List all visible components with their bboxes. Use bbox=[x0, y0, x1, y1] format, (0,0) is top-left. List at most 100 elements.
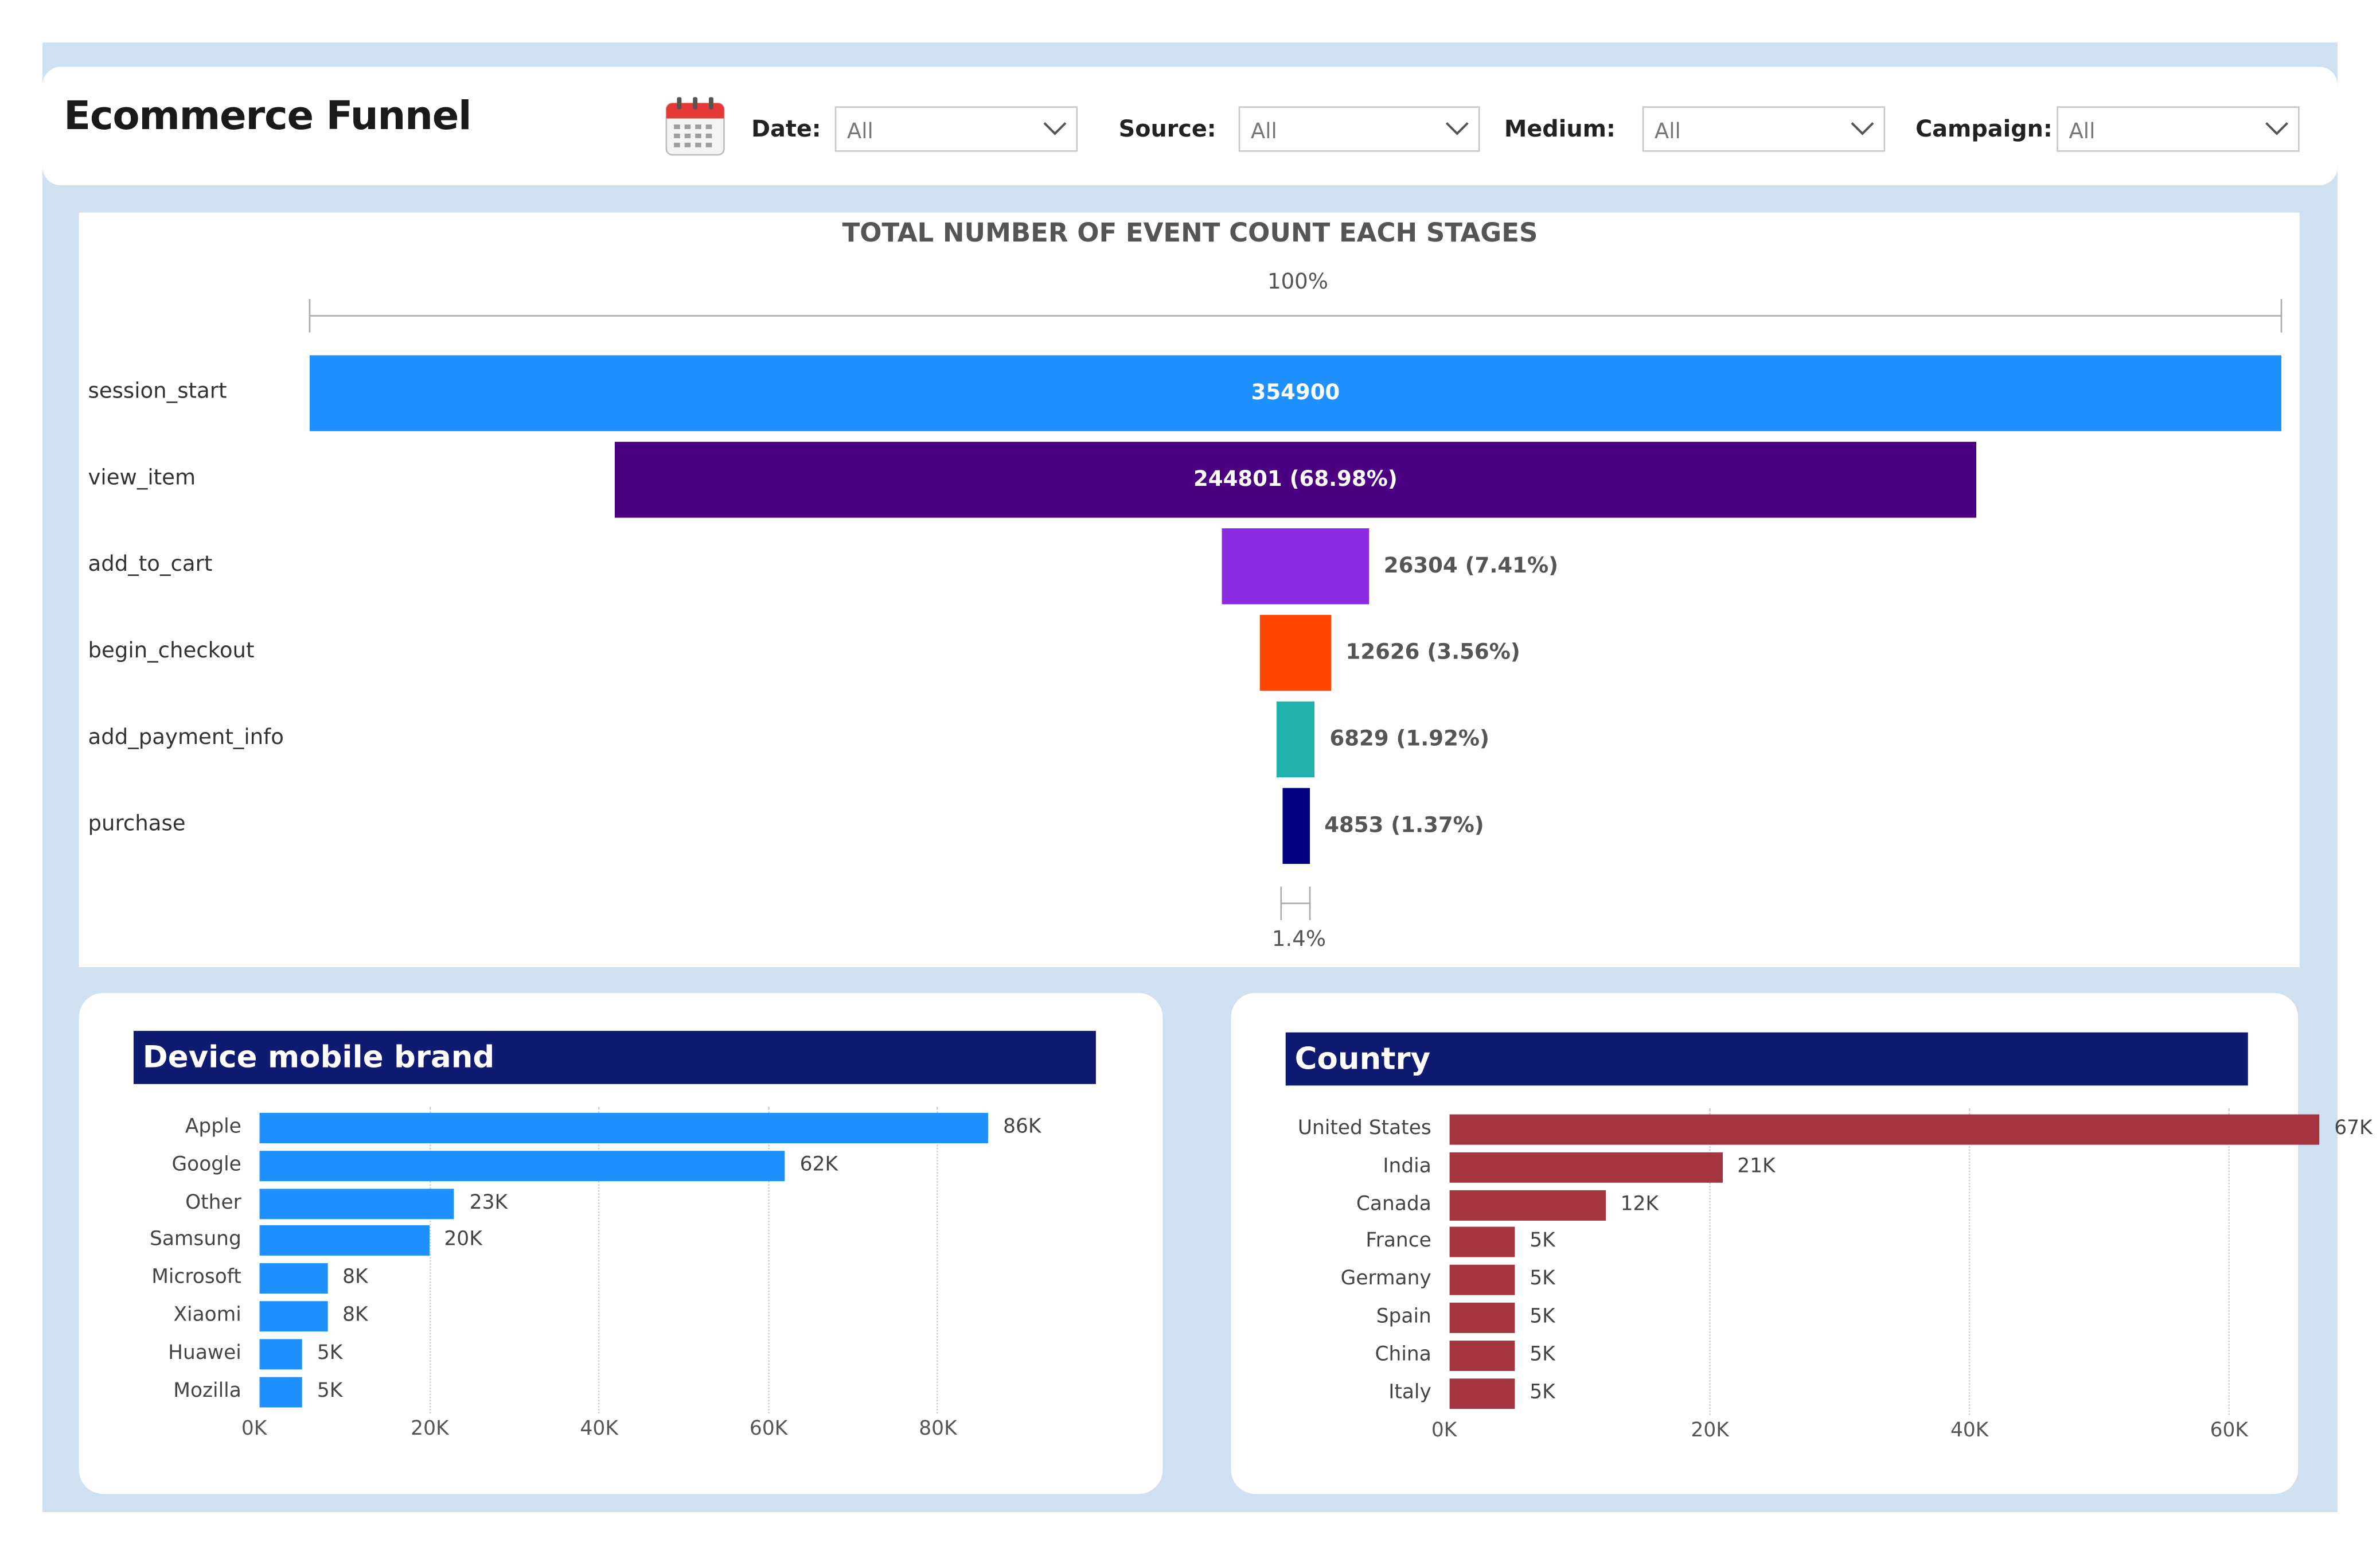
funnel-bar-label: 244801 (68.98%) bbox=[1193, 468, 1398, 492]
country-bar bbox=[1449, 1189, 1606, 1220]
source-filter-label: Source: bbox=[1118, 115, 1216, 143]
calendar-icon bbox=[665, 97, 725, 156]
device-x-tick: 0K bbox=[241, 1418, 267, 1441]
device-bar-value: 5K bbox=[317, 1342, 343, 1365]
funnel-stage-label: add_to_cart bbox=[88, 552, 213, 577]
country-x-tick: 60K bbox=[2210, 1419, 2248, 1443]
device-bar bbox=[259, 1338, 302, 1369]
device-bar-value: 23K bbox=[469, 1191, 508, 1214]
funnel-stage-label: view_item bbox=[88, 466, 196, 490]
device-category-label: Huawei bbox=[168, 1342, 241, 1365]
country-bar-value: 5K bbox=[1530, 1381, 1555, 1404]
country-bar-value: 67K bbox=[2334, 1117, 2373, 1140]
device-bar bbox=[259, 1376, 302, 1407]
country-bar-value: 5K bbox=[1530, 1306, 1555, 1329]
funnel-bar-label: 6829 (1.92%) bbox=[1329, 727, 1489, 752]
funnel-top-scale bbox=[309, 299, 2283, 333]
country-bar bbox=[1449, 1152, 1722, 1183]
funnel-bar-label: 354900 bbox=[1251, 381, 1340, 406]
funnel-bar-label: 26304 (7.41%) bbox=[1383, 554, 1559, 579]
medium-dropdown-value: All bbox=[1654, 120, 1681, 145]
country-bar bbox=[1449, 1378, 1515, 1409]
funnel-stage-label: add_payment_info bbox=[88, 726, 284, 750]
country-bar-value: 5K bbox=[1530, 1268, 1555, 1291]
country-category-label: Spain bbox=[1376, 1306, 1431, 1329]
source-dropdown-value: All bbox=[1250, 120, 1277, 145]
source-dropdown[interactable]: All bbox=[1238, 106, 1480, 152]
country-bar bbox=[1449, 1340, 1515, 1371]
device-category-label: Xiaomi bbox=[173, 1304, 241, 1327]
country-bar-value: 5K bbox=[1530, 1230, 1555, 1253]
device-brand-title: Device mobile brand bbox=[133, 1031, 1096, 1084]
device-bar-value: 5K bbox=[317, 1379, 343, 1403]
country-gridline bbox=[1968, 1108, 1971, 1416]
device-bar bbox=[259, 1113, 988, 1143]
date-dropdown[interactable]: All bbox=[834, 106, 1078, 152]
funnel-stage-label: purchase bbox=[88, 812, 186, 837]
chevron-down-icon bbox=[1445, 122, 1469, 135]
device-bar bbox=[259, 1301, 327, 1332]
country-bar bbox=[1449, 1302, 1515, 1333]
funnel-stage-label: begin_checkout bbox=[88, 639, 255, 664]
device-bar bbox=[259, 1188, 455, 1219]
country-category-label: Canada bbox=[1356, 1193, 1431, 1216]
country-bar bbox=[1449, 1114, 2319, 1145]
device-x-tick: 60K bbox=[749, 1418, 788, 1441]
device-category-label: Other bbox=[185, 1191, 241, 1214]
device-category-label: Samsung bbox=[149, 1229, 241, 1252]
chevron-down-icon bbox=[1043, 122, 1067, 135]
country-category-label: India bbox=[1383, 1155, 1431, 1178]
device-category-label: Google bbox=[171, 1153, 241, 1177]
date-dropdown-value: All bbox=[846, 120, 873, 145]
country-gridline bbox=[2228, 1108, 2230, 1416]
country-category-label: United States bbox=[1297, 1117, 1431, 1140]
device-bar-value: 8K bbox=[342, 1266, 368, 1290]
funnel-bar-label: 4853 (1.37%) bbox=[1324, 813, 1484, 838]
device-x-tick: 40K bbox=[580, 1418, 618, 1441]
campaign-dropdown-value: All bbox=[2069, 120, 2096, 145]
country-title: Country bbox=[1285, 1032, 2248, 1086]
funnel-bar bbox=[1222, 528, 1369, 605]
country-bar-value: 21K bbox=[1737, 1155, 1776, 1178]
country-category-label: Germany bbox=[1340, 1268, 1431, 1291]
page-title: Ecommerce Funnel bbox=[64, 94, 472, 140]
funnel-bar-label: 12626 (3.56%) bbox=[1345, 640, 1520, 665]
funnel-stage-label: session_start bbox=[88, 379, 227, 404]
funnel-bar bbox=[1260, 614, 1331, 691]
funnel-bar bbox=[1282, 788, 1309, 864]
medium-filter-label: Medium: bbox=[1504, 115, 1616, 143]
country-x-tick: 0K bbox=[1431, 1419, 1457, 1443]
country-x-tick: 20K bbox=[1691, 1419, 1729, 1443]
funnel-bar bbox=[1276, 701, 1315, 778]
device-bar-value: 20K bbox=[444, 1229, 482, 1252]
funnel-top-percent: 100% bbox=[1267, 270, 1328, 295]
campaign-filter-label: Campaign: bbox=[1915, 115, 2053, 143]
device-gridline bbox=[937, 1107, 939, 1415]
country-x-tick: 40K bbox=[1950, 1419, 1989, 1443]
country-category-label: France bbox=[1365, 1230, 1431, 1253]
country-bar-value: 5K bbox=[1530, 1343, 1555, 1366]
device-bar-value: 86K bbox=[1003, 1116, 1041, 1139]
chevron-down-icon bbox=[2265, 122, 2288, 135]
country-category-label: China bbox=[1375, 1343, 1431, 1366]
device-category-label: Mozilla bbox=[173, 1379, 241, 1403]
chevron-down-icon bbox=[1851, 122, 1874, 135]
device-bar-value: 8K bbox=[342, 1304, 368, 1327]
device-x-tick: 20K bbox=[411, 1418, 449, 1441]
device-x-tick: 80K bbox=[919, 1418, 957, 1441]
country-bar bbox=[1449, 1265, 1515, 1296]
campaign-dropdown[interactable]: All bbox=[2057, 106, 2300, 152]
country-bar-value: 12K bbox=[1620, 1193, 1659, 1216]
date-filter-label: Date: bbox=[751, 115, 821, 143]
device-category-label: Microsoft bbox=[151, 1266, 241, 1290]
device-category-label: Apple bbox=[185, 1116, 241, 1139]
device-bar bbox=[259, 1150, 785, 1181]
country-bar bbox=[1449, 1227, 1515, 1258]
funnel-bottom-percent: 1.4% bbox=[1271, 928, 1326, 952]
funnel-bottom-scale bbox=[1280, 886, 1311, 920]
device-bar bbox=[259, 1225, 429, 1256]
medium-dropdown[interactable]: All bbox=[1642, 106, 1886, 152]
device-bar-value: 62K bbox=[799, 1153, 838, 1177]
device-bar bbox=[259, 1263, 327, 1294]
country-category-label: Italy bbox=[1388, 1381, 1431, 1404]
